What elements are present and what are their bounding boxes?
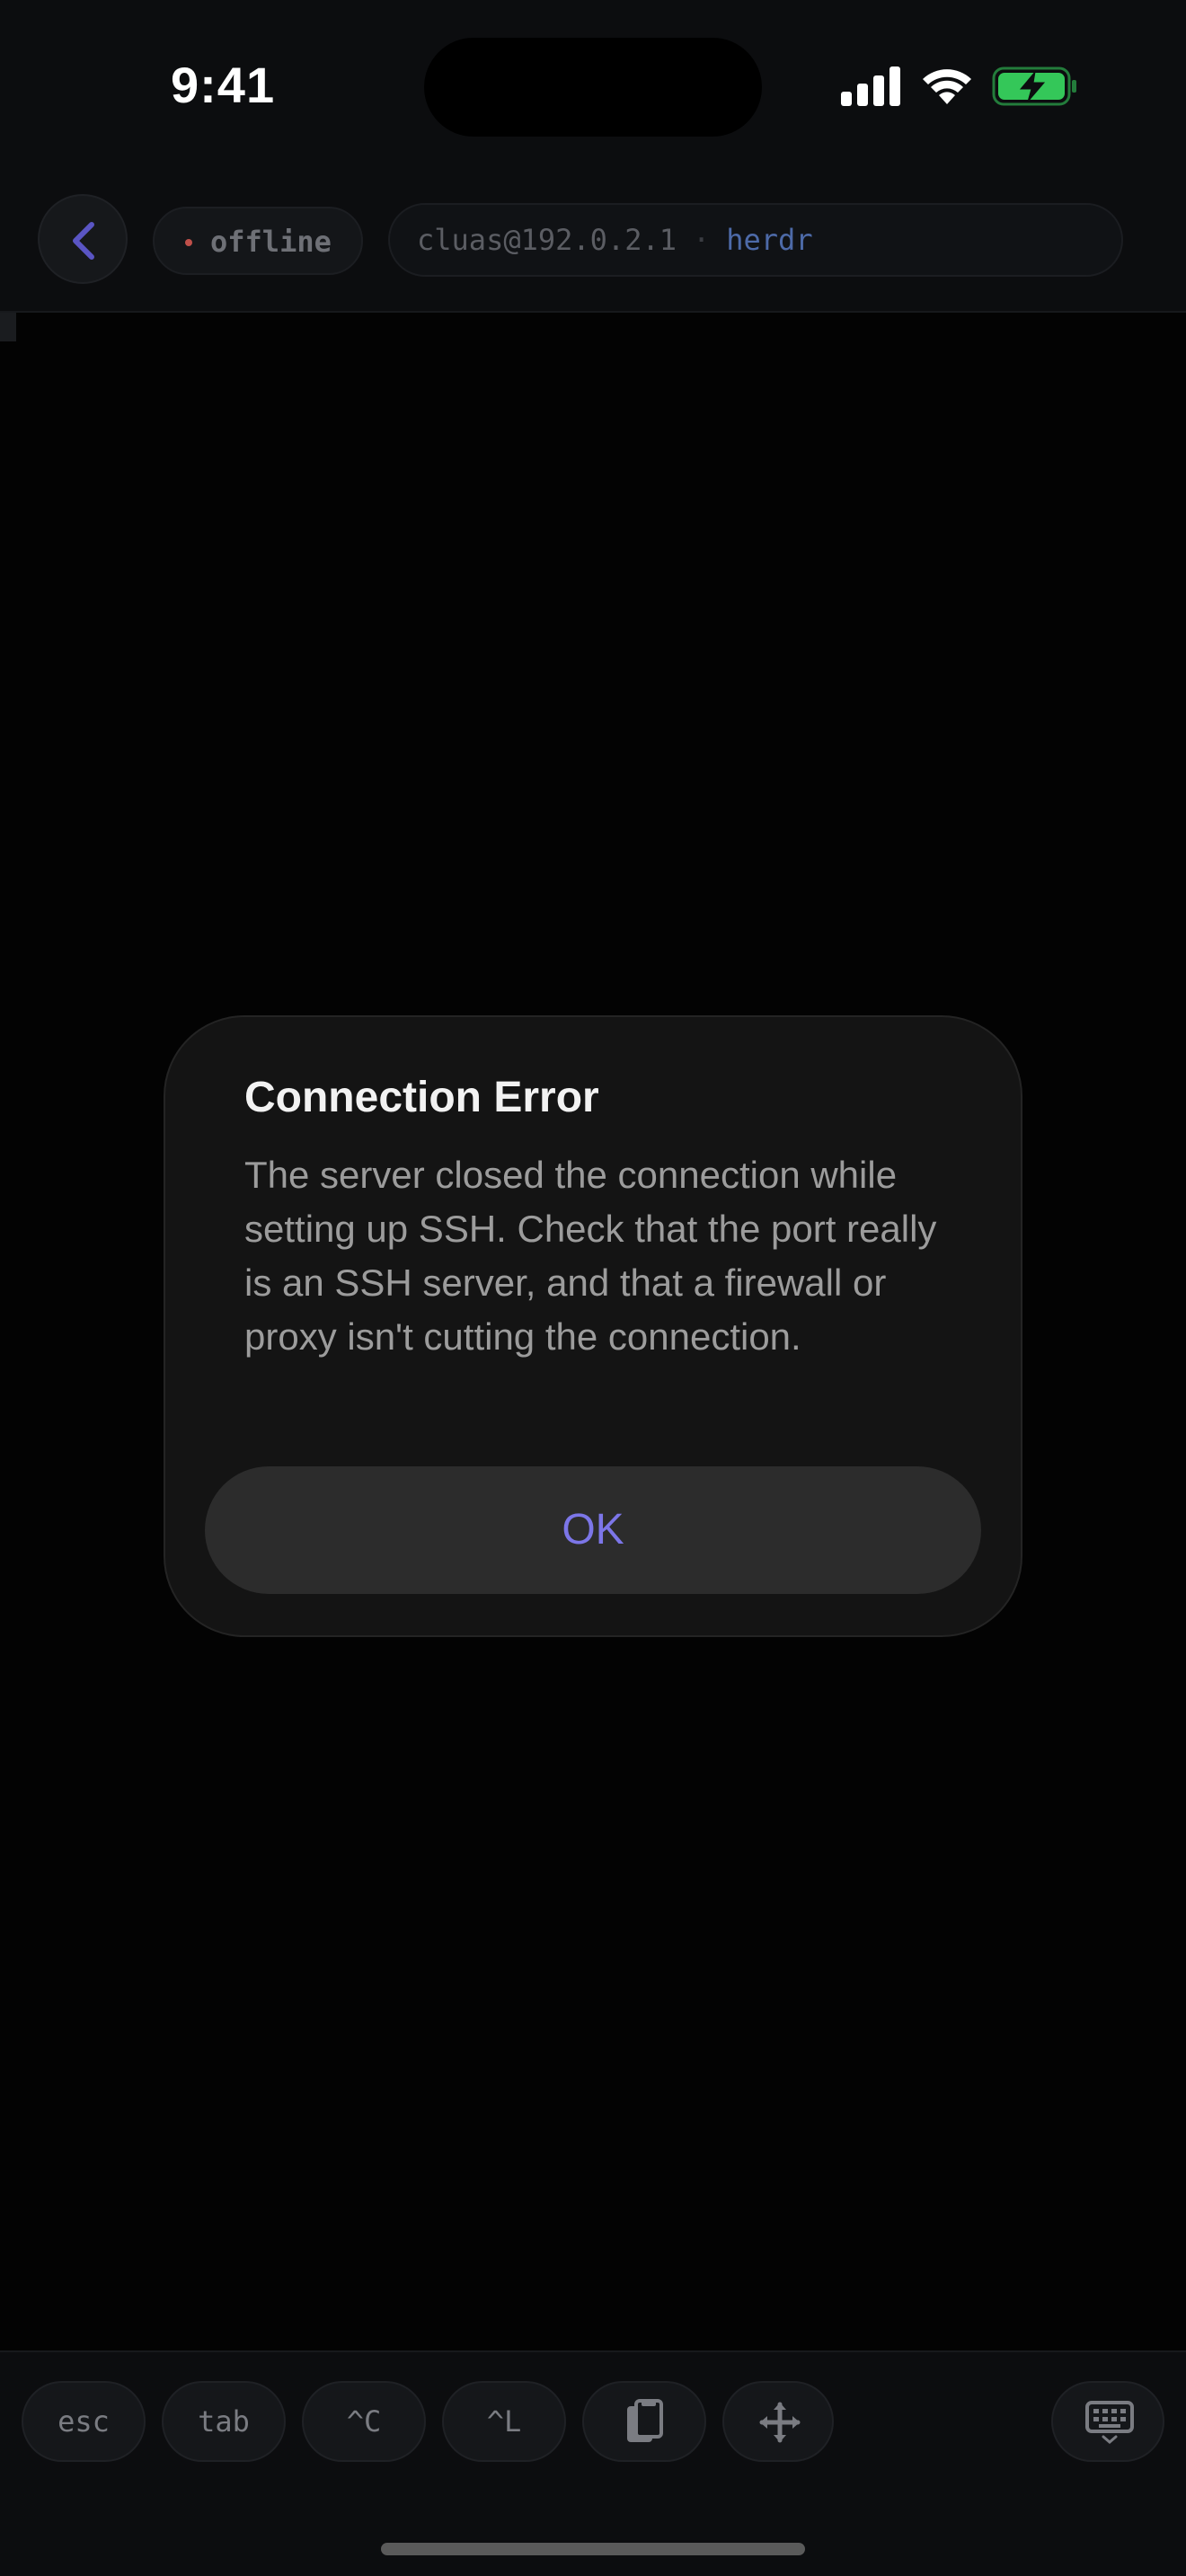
keyboard-icon bbox=[1085, 2401, 1134, 2444]
clipboard-icon bbox=[627, 2399, 663, 2442]
ok-button[interactable]: OK bbox=[205, 1466, 981, 1594]
chevron-left-icon bbox=[73, 222, 94, 260]
cellular-signal-icon bbox=[841, 66, 900, 106]
back-button[interactable] bbox=[38, 194, 128, 284]
keyboard-toggle-button[interactable] bbox=[1051, 2381, 1164, 2462]
dynamic-island bbox=[424, 38, 762, 137]
wifi-icon bbox=[923, 69, 971, 104]
esc-key[interactable]: esc bbox=[22, 2381, 146, 2462]
session-label: herdr bbox=[726, 223, 813, 257]
session-toolbar: offline cluas@192.0.2.1 · herdr bbox=[0, 171, 1186, 313]
host-separator: · bbox=[692, 223, 711, 257]
paste-button[interactable] bbox=[582, 2381, 706, 2462]
terminal-cursor bbox=[0, 313, 16, 341]
move-arrows-icon bbox=[759, 2402, 801, 2443]
host-session-text: cluas@192.0.2.1 · herdr bbox=[417, 223, 813, 257]
dialog-title: Connection Error bbox=[244, 1074, 599, 1121]
status-time: 9:41 bbox=[171, 57, 276, 113]
offline-dot-icon bbox=[185, 239, 192, 246]
dialog-message: The server closed the connection while s… bbox=[244, 1154, 937, 1358]
ctrl-l-key[interactable]: ^L bbox=[442, 2381, 566, 2462]
battery-charging-icon bbox=[992, 66, 1076, 106]
app-screen: 9:41 offline cluas@192.0.2.1 · herdr Con… bbox=[0, 0, 1186, 2576]
tab-key[interactable]: tab bbox=[162, 2381, 286, 2462]
host-label: cluas@192.0.2.1 bbox=[417, 223, 677, 257]
status-bar: 9:41 bbox=[0, 0, 1186, 171]
host-session-field[interactable]: cluas@192.0.2.1 · herdr bbox=[388, 203, 1123, 277]
move-button[interactable] bbox=[722, 2381, 834, 2462]
home-indicator[interactable] bbox=[381, 2543, 805, 2555]
connection-error-dialog: Connection Error The server closed the c… bbox=[164, 1015, 1022, 1637]
connection-status-label: offline bbox=[210, 225, 332, 259]
ctrl-c-key[interactable]: ^C bbox=[302, 2381, 426, 2462]
connection-status-badge: offline bbox=[153, 207, 363, 275]
